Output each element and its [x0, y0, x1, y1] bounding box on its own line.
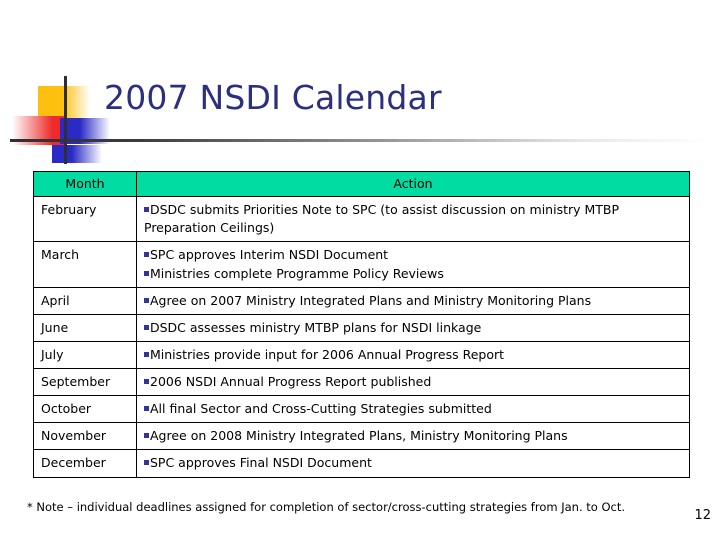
action-text: SPC approves Interim NSDI Document — [150, 247, 389, 263]
table-row: March SPC approves Interim NSDI Document M… — [33, 241, 690, 288]
cell-month: December — [33, 449, 137, 478]
action-bullet-item: All final Sector and Cross-Cutting Strat… — [144, 400, 682, 418]
bullet-square-icon — [144, 207, 149, 213]
cell-month: July — [33, 340, 137, 370]
action-bullet-item: DSDC assesses ministry MTBP plans for NS… — [144, 319, 682, 337]
bullet-square-icon — [144, 252, 149, 258]
table-row: November Agree on 2008 Ministry Integrate… — [33, 422, 690, 451]
action-bullet-item: Agree on 2008 Ministry Integrated Plans,… — [144, 427, 682, 445]
table-row: October All final Sector and Cross-Cuttin… — [33, 395, 690, 424]
action-text: All final Sector and Cross-Cutting Strat… — [150, 401, 492, 417]
column-header-month: Month — [33, 170, 137, 198]
table-body: February DSDC submits Priorities Note to … — [33, 196, 690, 478]
cell-action: DSDC assesses ministry MTBP plans for NS… — [136, 313, 690, 342]
cell-month: April — [33, 286, 137, 315]
cell-action: DSDC submits Priorities Note to SPC (to … — [136, 196, 690, 243]
action-bullet-item: SPC approves Interim NSDI Document — [144, 246, 682, 264]
bullet-square-icon — [144, 351, 149, 357]
cell-action: Ministries provide input for 2006 Annual… — [136, 340, 690, 370]
action-bullet-item: Ministries complete Programme Policy Rev… — [144, 265, 682, 283]
table-row: September 2006 NSDI Annual Progress Repor… — [33, 367, 690, 397]
table-header: Month Action — [33, 170, 690, 198]
cell-month: September — [33, 367, 137, 397]
cell-month: March — [33, 241, 137, 288]
action-text: DSDC submits Priorities Note to SPC (to … — [144, 202, 620, 236]
cell-action: Agree on 2008 Ministry Integrated Plans,… — [136, 422, 690, 451]
slide-title-area: 2007 NSDI Calendar — [0, 0, 720, 165]
action-text: Agree on 2008 Ministry Integrated Plans,… — [150, 428, 568, 444]
action-bullet-item: Ministries provide input for 2006 Annual… — [144, 346, 682, 364]
cell-month: November — [33, 422, 137, 451]
action-bullet-item: Agree on 2007 Ministry Integrated Plans … — [144, 292, 682, 310]
action-text: DSDC assesses ministry MTBP plans for NS… — [150, 319, 482, 335]
cell-action: SPC approves Interim NSDI Document Minist… — [136, 241, 690, 288]
action-text: SPC approves Final NSDI Document — [150, 455, 372, 471]
column-header-action: Action — [136, 170, 690, 198]
table-header-row: Month Action — [33, 170, 690, 198]
decorative-horizontal-rule — [10, 139, 710, 142]
action-bullet-item: 2006 NSDI Annual Progress Report publish… — [144, 373, 682, 391]
table-row: April Agree on 2007 Ministry Integrated P… — [33, 286, 690, 315]
bullet-square-icon — [144, 379, 149, 384]
nsdi-calendar-table: Month Action February DSDC submits Priori… — [33, 170, 690, 478]
cell-action: All final Sector and Cross-Cutting Strat… — [136, 395, 690, 424]
bullet-square-icon — [144, 460, 149, 466]
decorative-vertical-rule — [64, 76, 67, 164]
bullet-square-icon — [144, 406, 149, 412]
footnote-note: * Note – individual deadlines assigned f… — [27, 500, 625, 514]
action-text: Agree on 2007 Ministry Integrated Plans … — [150, 292, 592, 308]
table-row: July Ministries provide input for 2006 An… — [33, 340, 690, 370]
action-text: 2006 NSDI Annual Progress Report publish… — [150, 374, 432, 389]
cell-month: October — [33, 395, 137, 424]
cell-action: 2006 NSDI Annual Progress Report publish… — [136, 367, 690, 397]
table-row: June DSDC assesses ministry MTBP plans fo… — [33, 313, 690, 342]
decorative-blue-square-lower — [52, 145, 102, 163]
bullet-square-icon — [144, 297, 149, 303]
cell-action: SPC approves Final NSDI Document — [136, 449, 690, 478]
page-number: 12 — [694, 508, 711, 523]
cell-month: June — [33, 313, 137, 342]
cell-action: Agree on 2007 Ministry Integrated Plans … — [136, 286, 690, 315]
bullet-square-icon — [144, 433, 149, 439]
bullet-square-icon — [144, 270, 149, 276]
page-title: 2007 NSDI Calendar — [104, 78, 442, 117]
action-bullet-item: SPC approves Final NSDI Document — [144, 454, 682, 472]
table-row: December SPC approves Final NSDI Document — [33, 449, 690, 478]
cell-month: February — [33, 196, 137, 243]
action-text: Ministries complete Programme Policy Rev… — [150, 265, 444, 281]
action-text: Ministries provide input for 2006 Annual… — [150, 346, 505, 362]
action-bullet-item: DSDC submits Priorities Note to SPC (to … — [144, 201, 682, 237]
bullet-square-icon — [144, 324, 149, 330]
table-row: February DSDC submits Priorities Note to … — [33, 196, 690, 243]
